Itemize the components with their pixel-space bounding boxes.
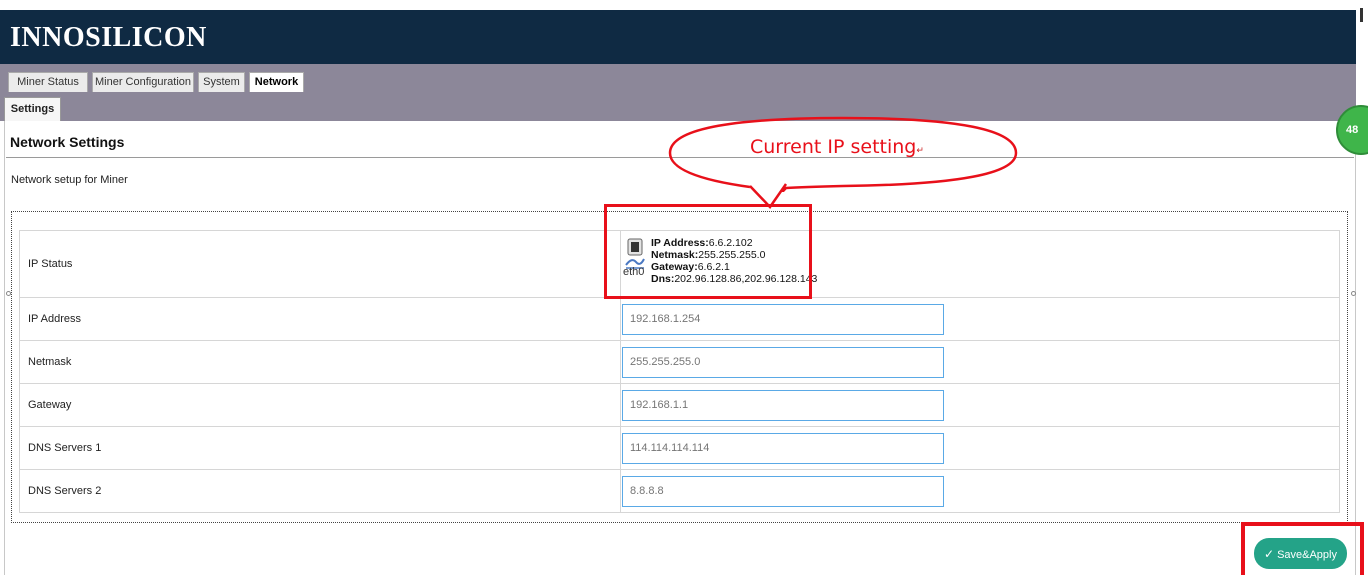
callout-pointer xyxy=(750,183,788,209)
netmask-label: Netmask xyxy=(19,340,621,384)
subtab-settings[interactable]: Settings xyxy=(4,97,61,121)
table-row: IP Address xyxy=(19,297,1340,341)
tab-miner-status[interactable]: Miner Status xyxy=(8,72,88,92)
dns-servers-1-input[interactable] xyxy=(622,432,944,464)
ip-address-input[interactable] xyxy=(622,303,944,335)
content-border xyxy=(4,121,5,575)
table-row: DNS Servers 2 xyxy=(19,469,1340,513)
gateway-label: Gateway xyxy=(19,383,621,427)
brand-logo: INNOSILICON xyxy=(10,22,207,53)
dns-servers-2-label: DNS Servers 2 xyxy=(19,469,621,513)
table-row: Netmask xyxy=(19,340,1340,384)
dns-servers-1-label: DNS Servers 1 xyxy=(19,426,621,470)
gateway-cell xyxy=(620,383,1340,427)
dns-servers-1-cell xyxy=(620,426,1340,470)
callout-label: Current IP setting xyxy=(750,136,917,158)
resize-handle xyxy=(6,291,11,296)
check-icon: ✓ xyxy=(1264,547,1275,561)
table-row: DNS Servers 1 xyxy=(19,426,1340,470)
gateway-input[interactable] xyxy=(622,389,944,421)
callout-text: Current IP setting↵ xyxy=(750,136,924,158)
dns-servers-2-input[interactable] xyxy=(622,475,944,507)
dns-servers-2-cell xyxy=(620,469,1340,513)
ip-status-highlight xyxy=(604,204,812,299)
ip-address-cell xyxy=(620,297,1340,341)
tab-miner-configuration[interactable]: Miner Configuration xyxy=(92,72,194,92)
app-header: INNOSILICON xyxy=(0,10,1356,64)
netmask-cell xyxy=(620,340,1340,384)
save-apply-label: Save&Apply xyxy=(1277,549,1337,561)
main-tab-bar: Miner Status Miner Configuration System … xyxy=(0,64,1356,92)
return-mark: ↵ xyxy=(916,146,924,156)
ip-address-label: IP Address xyxy=(19,297,621,341)
save-apply-button[interactable]: ✓ Save&Apply xyxy=(1254,538,1347,569)
netmask-input[interactable] xyxy=(622,346,944,378)
page-title: Network Settings xyxy=(10,134,125,150)
window-edge-mark xyxy=(1360,8,1363,22)
tab-system[interactable]: System xyxy=(198,72,245,92)
resize-handle xyxy=(1351,291,1356,296)
tab-network[interactable]: Network xyxy=(249,72,304,92)
ip-status-label: IP Status xyxy=(19,230,621,298)
content-border xyxy=(1355,121,1356,575)
table-row: Gateway xyxy=(19,383,1340,427)
page-description: Network setup for Miner xyxy=(11,174,128,186)
